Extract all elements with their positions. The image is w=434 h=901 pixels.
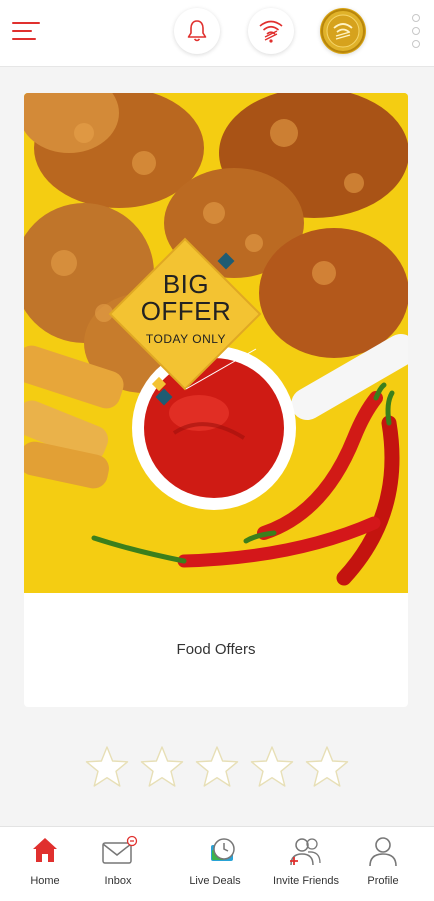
nav-item-inbox[interactable]: Inbox bbox=[75, 827, 161, 901]
star-icon[interactable] bbox=[84, 744, 130, 790]
home-icon bbox=[33, 838, 57, 862]
star-icon[interactable] bbox=[139, 744, 185, 790]
bell-icon bbox=[187, 20, 207, 42]
inbox-icon bbox=[102, 835, 138, 864]
nav-label-inbox: Inbox bbox=[104, 875, 132, 887]
profile-icon bbox=[369, 837, 397, 867]
nav-label-live-deals: Live Deals bbox=[189, 875, 241, 887]
notifications-button[interactable] bbox=[174, 8, 220, 54]
top-app-bar bbox=[0, 0, 434, 67]
nav-item-live-deals[interactable]: Live Deals bbox=[172, 827, 258, 901]
bottom-navigation: Home Inbox Live Deals Invite Friends Pro… bbox=[0, 826, 434, 901]
coins-button[interactable] bbox=[320, 8, 366, 54]
invite-friends-icon bbox=[290, 838, 321, 866]
wifi-icon bbox=[259, 20, 283, 43]
star-icon[interactable] bbox=[304, 744, 350, 790]
wifi-offers-button[interactable] bbox=[248, 8, 294, 54]
nav-item-invite-friends[interactable]: Invite Friends bbox=[263, 827, 349, 901]
badge-line-big: BIG bbox=[162, 269, 210, 299]
live-deals-icon bbox=[211, 838, 235, 861]
nav-label-profile: Profile bbox=[367, 875, 399, 887]
hamburger-icon[interactable] bbox=[12, 20, 40, 44]
nav-item-profile[interactable]: Profile bbox=[340, 827, 426, 901]
nav-label-invite-friends: Invite Friends bbox=[272, 875, 340, 887]
badge-line-today-only: TODAY ONLY bbox=[145, 332, 227, 346]
star-icon[interactable] bbox=[194, 744, 240, 790]
food-offer-card[interactable]: BIG OFFER TODAY ONLY Food Offers bbox=[24, 93, 408, 707]
kebab-icon[interactable] bbox=[412, 14, 420, 50]
badge-text: BIG OFFER TODAY ONLY bbox=[122, 271, 250, 349]
card-title: Food Offers bbox=[176, 641, 256, 658]
offer-banner-image: BIG OFFER TODAY ONLY bbox=[24, 93, 408, 593]
coin-wifi-icon bbox=[321, 9, 365, 53]
star-icon[interactable] bbox=[249, 744, 295, 790]
badge-line-offer: OFFER bbox=[140, 296, 232, 326]
